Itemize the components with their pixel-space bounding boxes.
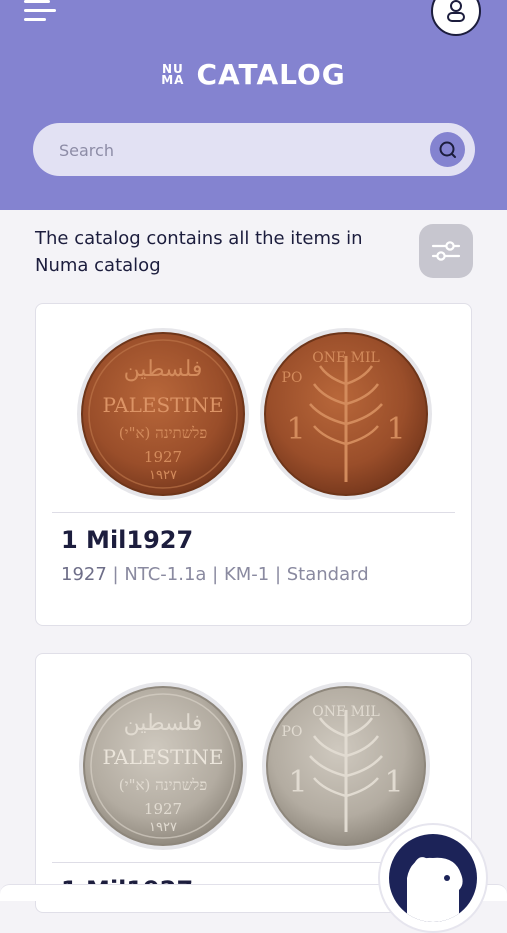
coin-reverse-legend: ONE MIL [312,350,380,366]
coin-arabic-legend: فلسطين [124,357,203,382]
item-meta: | NTC-1.1a | KM-1 | Standard [106,564,369,585]
coin-reverse-image: ONE MIL PO 1 1 [260,328,432,500]
menu-icon[interactable] [24,0,58,26]
filter-button[interactable] [419,224,473,278]
sliders-icon [431,241,461,261]
brand: NU MA CATALOG [0,58,507,91]
assistant-button[interactable] [378,823,488,933]
coin-date-arabic: ١٩٢٧ [149,820,177,835]
card-divider [52,512,455,513]
coin-name-legend: PALESTINE [103,393,224,417]
user-icon [447,0,465,22]
catalog-description: The catalog contains all the items in Nu… [35,228,363,276]
coin-obverse-image: فلسطين PALESTINE פלשתינה (א"י) 1927 ١٩٢٧ [77,328,249,500]
coin-reverse-legend: ONE MIL [312,704,380,720]
coin-date: 1927 [144,800,182,818]
search-button[interactable] [430,132,465,167]
coin-reverse-image: ONE MIL PO 1 1 [262,682,430,850]
coin-images: فلسطين PALESTINE פלשתינה (א"י) 1927 ١٩٢٧… [77,328,432,500]
coin-date-arabic: ١٩٢٧ [149,468,177,483]
coin-obverse-image: فلسطين PALESTINE פלשתינה (א"י) 1927 ١٩٢٧ [79,682,247,850]
search-bar [33,123,475,178]
numa-logo: NU MA [161,61,185,87]
coin-reverse-prefix: PO [282,724,303,740]
coin-value-left: 1 [288,765,307,800]
coin-value-right: 1 [384,765,403,800]
mascot-icon [389,834,477,922]
item-year: 1927 [61,564,107,585]
item-details: 1927 | NTC-1.1a | KM-1 | Standard [61,564,369,585]
page-title: CATALOG [196,58,346,91]
item-title: 1 Mil1927 [61,526,194,554]
coin-hebrew-legend: פלשתינה (א"י) [119,776,208,794]
search-input[interactable] [57,123,441,178]
coin-name-legend: PALESTINE [103,745,224,769]
coin-reverse-prefix: PO [282,370,303,386]
search-icon [439,141,456,158]
header: NU MA CATALOG [0,0,507,210]
coin-date: 1927 [144,448,182,466]
coin-hebrew-legend: פלשתינה (א"י) [119,424,208,442]
profile-button[interactable] [431,0,481,36]
coin-value-left: 1 [286,412,305,447]
coin-arabic-legend: فلسطين [124,711,203,736]
coin-value-right: 1 [386,412,405,447]
catalog-item-card[interactable]: فلسطين PALESTINE פלשתינה (א"י) 1927 ١٩٢٧… [35,303,472,626]
